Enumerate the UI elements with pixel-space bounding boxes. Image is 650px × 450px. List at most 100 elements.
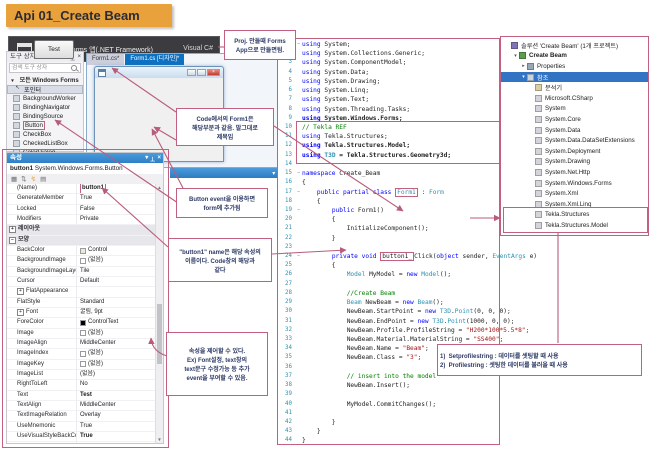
property-row[interactable]: Modifiers Private: [7, 214, 156, 226]
code-editor[interactable]: 1−using System; 2using System.Collections…: [277, 38, 537, 445]
property-row[interactable]: UseMnemonic True: [7, 421, 156, 432]
property-row[interactable]: ImageAlign MiddleCenter: [7, 338, 156, 350]
property-row[interactable]: ImageKey (없음): [7, 359, 156, 370]
properties-scrollbar[interactable]: ▲ ▼: [155, 184, 163, 443]
chevron-down-icon[interactable]: ▾: [272, 170, 275, 177]
property-row[interactable]: BackgroundImage (없음): [7, 256, 156, 267]
solution-tree-item[interactable]: System.Xml: [501, 188, 648, 199]
property-value: (없음): [88, 257, 104, 264]
property-row[interactable]: FlatStyle Standard: [7, 297, 156, 308]
tab-form1-design[interactable]: Form1.cs [디자인]*: [125, 54, 185, 65]
properties-object-selector[interactable]: button1 System.Windows.Forms.Button: [7, 163, 163, 174]
property-value: Test: [80, 391, 92, 398]
solution-tree-label: System.Net.Http: [545, 168, 591, 176]
property-row[interactable]: TextImageRelation Overlay: [7, 411, 156, 422]
property-value: False: [80, 442, 95, 443]
chevron-expanded-icon[interactable]: ▾: [520, 74, 527, 80]
chevron-down-icon[interactable]: ▾: [145, 153, 148, 163]
solution-tree-item[interactable]: System: [501, 104, 648, 115]
code-line: 33 NewBeam.Material.MaterialString = "SS…: [285, 336, 504, 343]
property-row[interactable]: RightToLeft No: [7, 380, 156, 391]
property-row[interactable]: BackColor Control: [7, 245, 156, 257]
property-row[interactable]: + Font 굴림, 9pt: [7, 307, 156, 319]
property-row[interactable]: GenerateMember True: [7, 194, 156, 205]
solution-tree-item[interactable]: ▾ 참조: [501, 71, 648, 83]
toolbox-item[interactable]: CheckBox: [7, 130, 83, 139]
solution-tree-label: Microsoft.CSharp: [545, 94, 593, 102]
solution-tree-item[interactable]: Microsoft.CSharp: [501, 93, 648, 104]
property-row[interactable]: BackgroundImageLayou Tile: [7, 266, 156, 277]
solution-tree-item[interactable]: Tekla.Structures.Model: [501, 220, 648, 231]
chevron-collapsed-icon[interactable]: ▸: [520, 63, 527, 69]
solution-tree-item[interactable]: 솔루션 'Create Beam' (1개 프로젝트): [501, 40, 648, 51]
code-line: 10// Tekla REF: [285, 123, 347, 131]
toolbox-search-input[interactable]: 검색 도구 상자: [9, 63, 81, 73]
property-row[interactable]: ForeColor ControlText: [7, 318, 156, 329]
scrollbar-thumb[interactable]: [157, 304, 162, 364]
docked-window-titlebar[interactable]: ▾ ⊤ ×: [170, 168, 290, 178]
minimize-button[interactable]: [187, 69, 196, 76]
close-icon[interactable]: ×: [157, 153, 161, 163]
solution-tree-label: Tekla.Structures.Model: [545, 221, 608, 229]
toolbox-item[interactable]: CheckedListBox: [7, 139, 83, 148]
pin-icon[interactable]: ⊤: [150, 153, 155, 163]
property-row[interactable]: ImageList (없음): [7, 369, 156, 381]
solution-tree-item[interactable]: Tekla.Structures: [501, 210, 648, 221]
close-icon[interactable]: ×: [77, 52, 81, 62]
tab-form1-cs[interactable]: Form1.cs*: [87, 54, 125, 65]
property-row[interactable]: (Name) button1: [7, 184, 156, 195]
toolbox-item[interactable]: BindingSource: [7, 112, 83, 121]
maximize-button[interactable]: [197, 69, 206, 76]
toolbox-item-label: BindingNavigator: [23, 104, 71, 111]
solution-tree-item[interactable]: 분석기: [501, 82, 648, 93]
property-row[interactable]: Cursor Default: [7, 276, 156, 288]
property-row[interactable]: TextAlign MiddleCenter: [7, 400, 156, 412]
toolbox-group-header[interactable]: ▾ 모든 Windows Forms: [7, 74, 83, 85]
solution-tree-item[interactable]: System.Data: [501, 125, 648, 136]
solution-tree-item[interactable]: System.Data.DataSetExtensions: [501, 135, 648, 146]
form-titlebar[interactable]: ×: [95, 67, 223, 78]
toolbox-item[interactable]: BackgroundWorker: [7, 94, 83, 103]
toolbox-item[interactable]: BindingNavigator: [7, 103, 83, 112]
property-row[interactable]: + FlatAppearance: [7, 287, 156, 298]
events-icon[interactable]: ↯: [31, 175, 36, 183]
code-line: 22 }: [285, 234, 336, 242]
solution-tree-item[interactable]: ▸ Properties: [501, 61, 648, 72]
solution-tree-item[interactable]: System.Core: [501, 114, 648, 125]
solution-tree-item[interactable]: System.Net.Http: [501, 167, 648, 178]
property-row[interactable]: Text Test: [7, 390, 156, 401]
toolbox-title: 도구 상자: [10, 53, 36, 60]
categorized-icon[interactable]: ▦: [11, 175, 17, 183]
property-row[interactable]: UseVisualStyleBackColo True: [7, 431, 156, 443]
property-row[interactable]: Locked False: [7, 204, 156, 215]
toolbox-item[interactable]: ↖ 포인터: [7, 85, 83, 94]
property-category-row[interactable]: + 레이아웃: [7, 225, 156, 236]
scroll-down-icon[interactable]: ▼: [156, 436, 163, 443]
close-button[interactable]: ×: [207, 69, 220, 76]
solution-tree-item[interactable]: System.Xml.Linq: [501, 199, 648, 210]
solution-tree-item[interactable]: System.Deployment: [501, 146, 648, 157]
solution-tree-label: System.Deployment: [545, 147, 601, 155]
chevron-expanded-icon[interactable]: ▾: [512, 53, 519, 59]
assembly-icon: [535, 190, 542, 198]
property-pages-icon[interactable]: ▤: [40, 175, 46, 183]
solution-tree-item[interactable]: System.Windows.Forms: [501, 178, 648, 189]
toolbox-search-placeholder: 검색 도구 상자: [12, 65, 48, 71]
toolbox-item[interactable]: Button: [7, 121, 83, 130]
property-category-row[interactable]: − 모양: [7, 235, 156, 246]
test-button[interactable]: Test: [34, 40, 74, 59]
code-line: 11 using Tekla.Structures;: [285, 133, 388, 141]
solution-tree-item[interactable]: System.Drawing: [501, 157, 648, 168]
solution-tree-label: Tekla.Structures: [545, 211, 590, 219]
property-row[interactable]: ImageIndex (없음): [7, 349, 156, 360]
scroll-up-icon[interactable]: ▲: [156, 184, 163, 191]
form-icon: [98, 69, 106, 77]
alphabetical-icon[interactable]: ⇅: [21, 175, 26, 183]
solution-tree-item[interactable]: ▾ Create Beam: [501, 51, 648, 62]
code-line: 12 using Tekla.Structures.Model;: [285, 142, 411, 150]
property-row[interactable]: Image (없음): [7, 328, 156, 339]
properties-titlebar[interactable]: 속성 ▾ ⊤ ×: [7, 153, 163, 163]
code-line: 19− public Form1(): [285, 206, 384, 214]
property-row[interactable]: UseWaitCursorFalse: [7, 442, 156, 443]
property-value: No: [80, 381, 88, 388]
